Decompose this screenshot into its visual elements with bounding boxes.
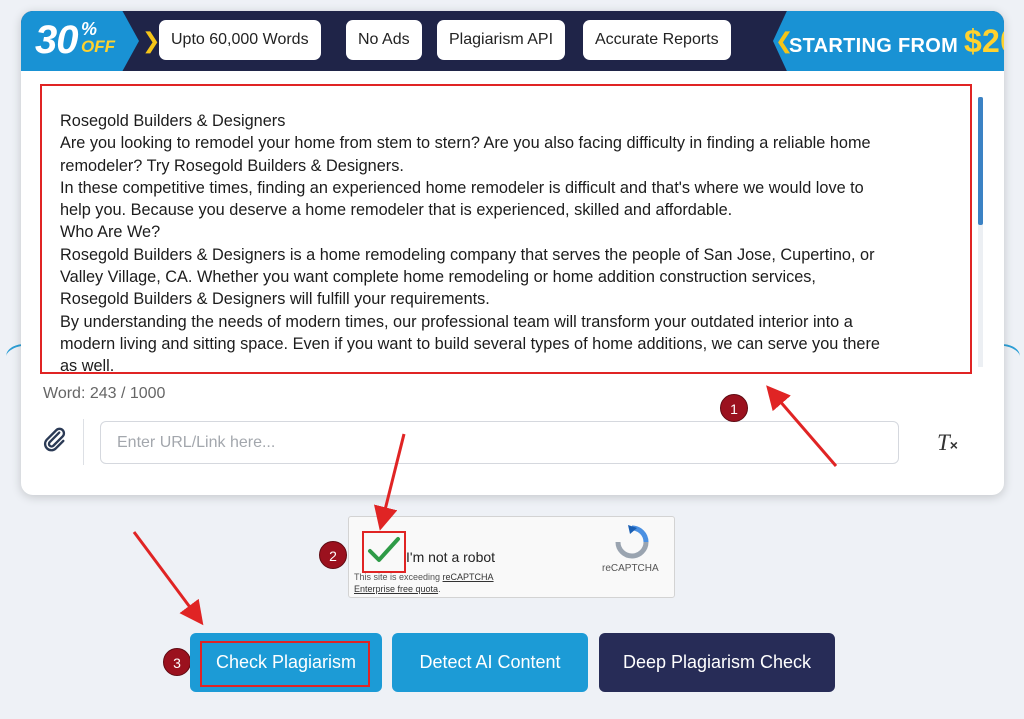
word-count: Word: 243 / 1000 (43, 385, 166, 402)
starting-price-text: STARTING FROM $20 (789, 22, 1004, 65)
captcha-note-link2[interactable]: Enterprise free quota (354, 584, 438, 594)
detect-ai-content-button[interactable]: Detect AI Content (392, 633, 588, 692)
content-line: remodeler? Try Rosegold Builders & Desig… (60, 156, 404, 175)
content-line: In these competitive times, finding an e… (60, 178, 864, 197)
recaptcha-brand: reCAPTCHA (602, 563, 659, 574)
content-line: as well. (60, 357, 115, 374)
step-marker-3: 3 (163, 648, 191, 676)
content-line: By understanding the needs of modern tim… (60, 312, 853, 331)
content-line: Rosegold Builders & Designers is a home … (60, 245, 875, 264)
content-text: Rosegold Builders & Designers Are you loo… (60, 110, 964, 374)
content-line: Rosegold Builders & Designers (60, 112, 286, 130)
recaptcha-logo-icon (615, 525, 649, 559)
feature-pill-reports: Accurate Reports (583, 20, 731, 60)
discount-word: OFF (81, 37, 115, 56)
discount-number: 30 (35, 18, 78, 62)
check-plagiarism-button[interactable]: Check Plagiarism (190, 633, 382, 692)
scrollbar-thumb[interactable] (978, 97, 983, 225)
captcha-note-suffix: . (438, 584, 441, 594)
promo-banner[interactable]: 30 % OFF ❯ Upto 60,000 Words No Ads Plag… (21, 11, 1004, 71)
divider (83, 419, 84, 465)
content-line: Who Are We? (60, 223, 161, 242)
starting-label: STARTING FROM (789, 35, 959, 57)
recaptcha-widget: I'm not a robot This site is exceeding r… (348, 516, 675, 598)
content-line: modern living and sitting space. Even if… (60, 334, 880, 353)
checker-card: 30 % OFF ❯ Upto 60,000 Words No Ads Plag… (21, 11, 1004, 495)
clear-format-icon[interactable]: T× (937, 429, 958, 459)
content-line: Rosegold Builders & Designers will fulfi… (60, 290, 490, 309)
paperclip-icon[interactable] (40, 425, 68, 453)
captcha-note-link[interactable]: reCAPTCHA (443, 572, 494, 582)
content-textarea[interactable]: Rosegold Builders & Designers Are you loo… (40, 84, 972, 374)
captcha-quota-note: This site is exceeding reCAPTCHA Enterpr… (354, 571, 494, 595)
starting-price: $20 (963, 23, 1004, 59)
content-line: help you. Because you deserve a home rem… (60, 201, 733, 220)
captcha-note-prefix: This site is exceeding (354, 572, 443, 582)
discount-percent: % (81, 19, 98, 39)
chevron-right-icon: ❯ (142, 28, 161, 53)
content-line: Valley Village, CA. Whether you want com… (60, 268, 816, 287)
url-input[interactable] (100, 421, 899, 464)
discount-suffix: % OFF (81, 20, 115, 56)
step-marker-1: 1 (720, 394, 748, 422)
checkmark-icon[interactable] (367, 535, 401, 565)
feature-pill-api: Plagiarism API (437, 20, 566, 60)
content-line: Are you looking to remodel your home fro… (60, 134, 871, 153)
feature-pill-no-ads: No Ads (346, 20, 422, 60)
deep-plagiarism-check-button[interactable]: Deep Plagiarism Check (599, 633, 835, 692)
captcha-label: I'm not a robot (406, 549, 496, 565)
step-marker-2: 2 (319, 541, 347, 569)
feature-pill-words: Upto 60,000 Words (159, 20, 321, 60)
